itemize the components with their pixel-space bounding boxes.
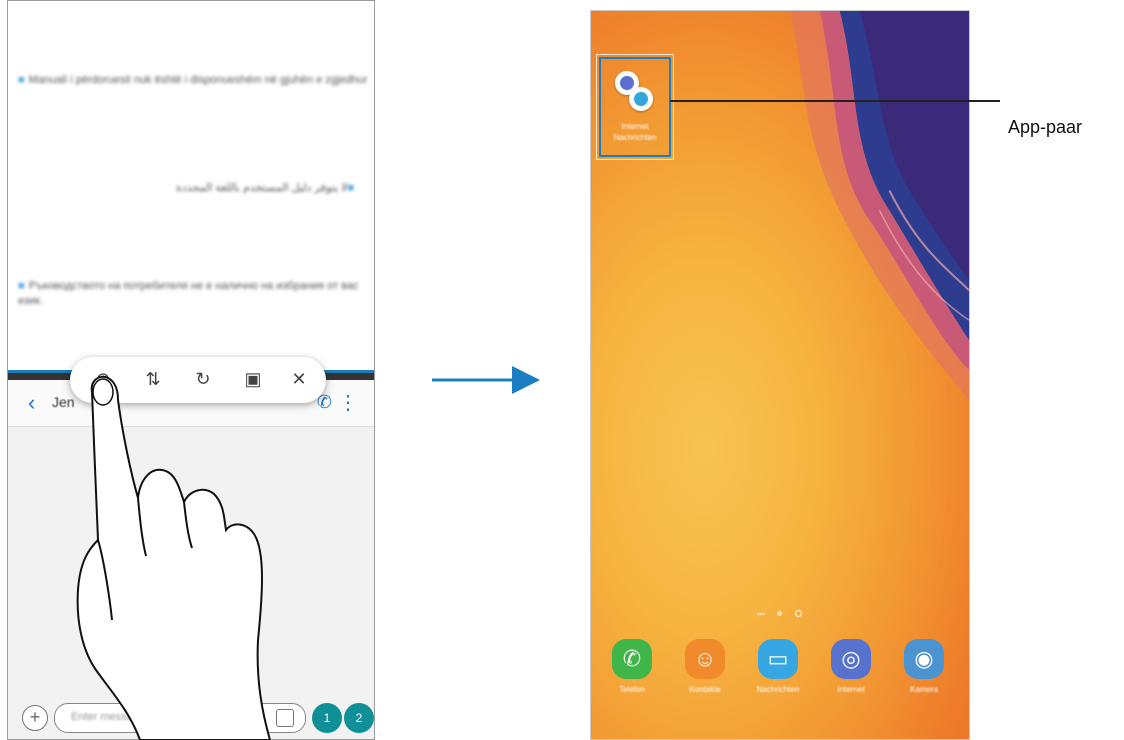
split-screen-options-toolbar: ⊕ ⇅ ↻ ▣ ✕	[70, 357, 326, 403]
left-phone-screen: ■ Manuali i përdoruesit nuk është i dispo…	[7, 0, 375, 740]
message-bulgarian: ■ Ръководството на потребителя не е налич…	[18, 280, 359, 307]
app-pair-label: Internet Nachrichten	[613, 122, 657, 142]
contacts-icon: ☺	[685, 639, 725, 679]
dock-app-label: Kontakte	[689, 685, 721, 694]
dock-app-internet[interactable]: ◎ Internet	[827, 639, 875, 694]
dock-app-label: Telefon	[619, 685, 645, 694]
dock-app-label: Kamera	[909, 685, 938, 694]
app-pair-shortcut[interactable]: Internet Nachrichten	[596, 54, 674, 160]
bottom-app-pane: ‹ Jen ✆ ⋮ + Enter message 1 2	[8, 380, 374, 739]
page-dot-3	[795, 610, 802, 617]
message-input-field[interactable]: Enter message	[54, 703, 306, 733]
message-albanian: ■ Manuali i përdoruesit nuk është i dispo…	[18, 74, 368, 86]
close-icon[interactable]: ✕	[288, 368, 310, 390]
dock-app-phone[interactable]: ✆ Telefon	[608, 639, 656, 694]
more-options-icon[interactable]: ⋮	[338, 390, 358, 415]
transition-arrow-icon	[432, 366, 540, 394]
dock-app-contacts[interactable]: ☺ Kontakte	[681, 639, 729, 694]
send-sim2-button[interactable]: 2	[344, 703, 374, 733]
message-input-bar: + Enter message 1 2	[8, 697, 374, 739]
callout-line	[670, 100, 1000, 102]
add-attachment-button[interactable]: +	[22, 705, 48, 731]
swap-windows-icon[interactable]: ⇅	[142, 368, 164, 390]
pop-up-view-icon[interactable]: ▣	[242, 368, 264, 390]
page-dot-2	[777, 611, 782, 616]
camera-icon: ◉	[904, 639, 944, 679]
sticker-icon[interactable]	[276, 709, 294, 727]
add-app-pair-icon[interactable]: ⊕	[92, 368, 114, 390]
contact-name: Jen	[52, 394, 75, 410]
dock-app-label: Internet	[837, 685, 865, 694]
rotate-icon[interactable]: ↻	[192, 368, 214, 390]
dock-app-camera[interactable]: ◉ Kamera	[900, 639, 948, 694]
page-dot-1	[757, 613, 765, 615]
right-phone-home-screen: Internet Nachrichten ✆ Telefon ☺ Kontakt…	[590, 10, 970, 740]
dock-app-messages[interactable]: ▭ Nachrichten	[754, 639, 802, 694]
message-arabic: ■لا يتوفر دليل المستخدم باللغة المحددة	[176, 182, 354, 194]
messages-icon: ▭	[758, 639, 798, 679]
top-app-pane: ■ Manuali i përdoruesit nuk është i dispo…	[8, 1, 374, 373]
messages-app-icon	[629, 87, 653, 111]
internet-icon: ◎	[831, 639, 871, 679]
message-placeholder: Enter message	[71, 711, 145, 723]
dock-app-label: Nachrichten	[756, 685, 800, 694]
page-indicator[interactable]	[757, 607, 817, 619]
back-icon[interactable]: ‹	[28, 390, 35, 416]
app-pair-callout-label: App-paar	[1008, 117, 1083, 137]
phone-icon: ✆	[612, 639, 652, 679]
send-sim1-button[interactable]: 1	[312, 703, 342, 733]
